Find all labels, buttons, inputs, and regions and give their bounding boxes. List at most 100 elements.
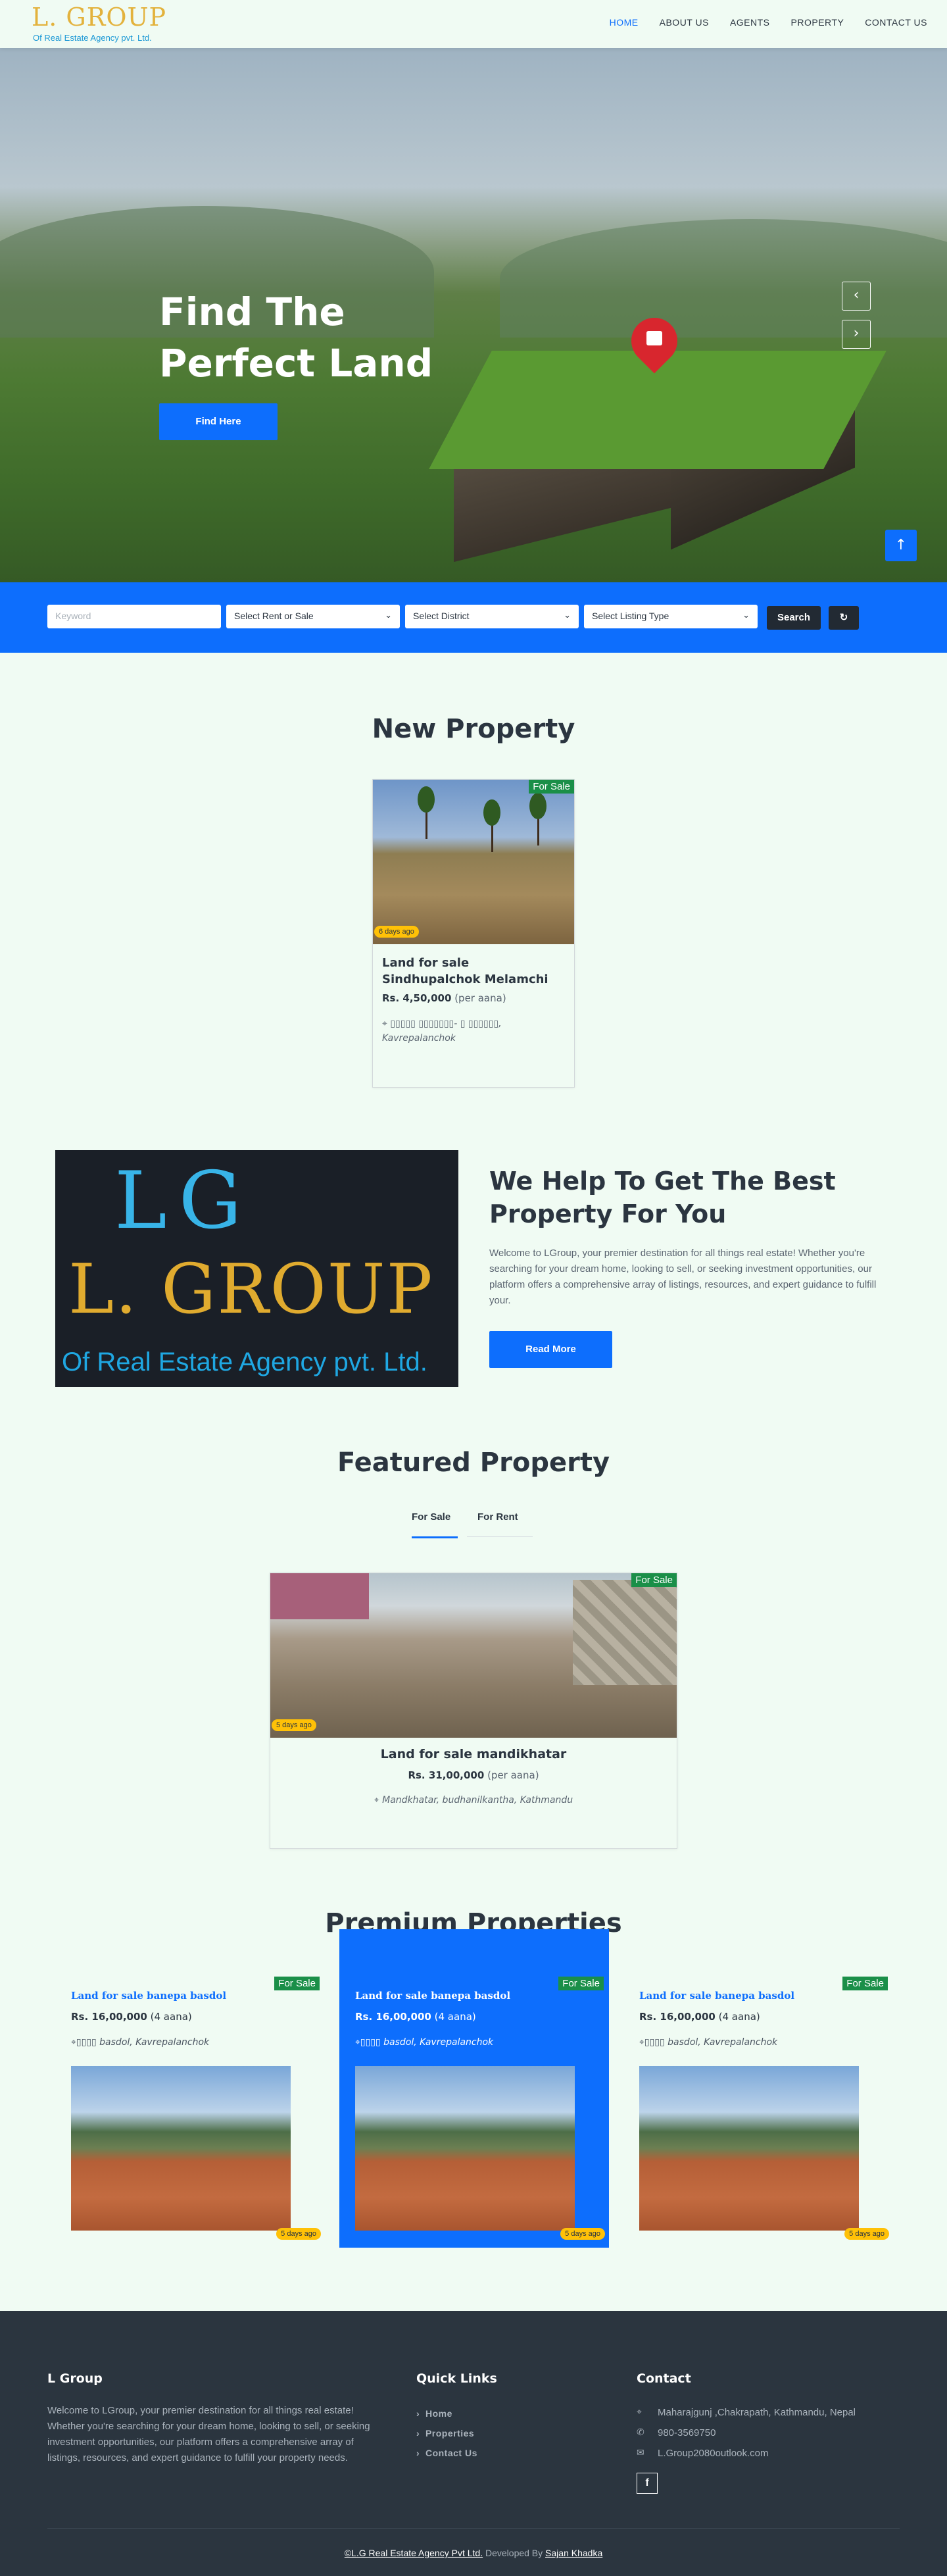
phone-icon: ✆ [637, 2427, 644, 2438]
footer-about-text: Welcome to LGroup, your premier destinat… [47, 2405, 370, 2463]
hero-title-line2: Perfect Land [159, 341, 433, 386]
property-location: ⌖ ▯▯▯▯▯ ▯▯▯▯▯▯▯- ▯ ▯▯▯▯▯▯, Kavrepalancho… [382, 1017, 566, 1046]
navbar: L. GROUP Of Real Estate Agency pvt. Ltd.… [0, 0, 947, 48]
for-sale-badge: For Sale [631, 1573, 677, 1587]
scroll-top-button[interactable]: ↑ [885, 530, 917, 561]
about-logo-lg: LG [114, 1155, 254, 1247]
footer: L Group Welcome to LGroup, your premier … [0, 2311, 947, 2576]
logo-text: L. GROUP [32, 3, 167, 32]
property-title[interactable]: Land for sale Sindhupalchok Melamchi [382, 955, 566, 988]
property-title[interactable]: Land for sale mandikhatar [270, 1747, 677, 1761]
price-unit: (per aana) [487, 1769, 539, 1781]
copyright-link[interactable]: ©L.G Real Estate Agency Pvt Ltd. [345, 2548, 483, 2558]
contact-phone[interactable]: 980-3569750 [658, 2427, 716, 2438]
quick-links-heading: Quick Links [416, 2371, 497, 2386]
property-image [71, 2066, 291, 2231]
featured-property-card[interactable]: For Sale 5 days ago Land for sale mandik… [270, 1573, 677, 1849]
for-sale-badge: For Sale [558, 1977, 604, 1990]
footer-about-heading: L Group [47, 2371, 103, 2386]
map-marker-icon: ⌖ [639, 2037, 644, 2048]
footer-link-contact-us[interactable]: › Contact Us [416, 2448, 477, 2458]
district-value: Select District [413, 611, 470, 621]
property-image [639, 2066, 859, 2231]
property-location: ⌖▯▯▯▯ basdol, Kavrepalanchok [639, 2037, 777, 2048]
nav-property[interactable]: PROPERTY [791, 17, 844, 28]
location-text: ▯▯▯▯▯ ▯▯▯▯▯▯▯- ▯ ▯▯▯▯▯▯, Kavrepalanchok [382, 1019, 502, 1044]
location-text: basdol, Kavrepalanchok [664, 2037, 778, 2048]
premium-property-card[interactable]: For Sale Land for sale banepa basdol Rs.… [623, 1929, 893, 2248]
district-select[interactable]: Select District ⌄ [405, 605, 579, 628]
map-marker-icon: ⌖ [637, 2407, 642, 2417]
premium-property-card[interactable]: For Sale Land for sale banepa basdol Rs.… [55, 1929, 325, 2248]
nav-contact-us[interactable]: CONTACT US [865, 17, 927, 28]
property-image [355, 2066, 575, 2231]
map-marker-icon: ⌖ [71, 2037, 76, 2048]
reset-icon[interactable]: ↻ [829, 606, 859, 630]
rent-or-sale-value: Select Rent or Sale [234, 611, 314, 621]
property-title[interactable]: Land for sale banepa basdol [355, 1990, 510, 2002]
about-logo-main: L. GROUP [68, 1249, 434, 1329]
contact-email[interactable]: L.Group2080outlook.com [658, 2448, 768, 2459]
property-price: Rs. 16,00,000 (4 aana) [355, 2011, 476, 2023]
new-property-card[interactable]: For Sale 6 days ago Land for sale Sindhu… [372, 779, 575, 1088]
search-button[interactable]: Search [767, 606, 821, 630]
age-badge: 5 days ago [272, 1719, 316, 1731]
footer-link-home[interactable]: › Home [416, 2408, 452, 2419]
age-badge: 5 days ago [844, 2228, 889, 2240]
hero-title-line1: Find The [159, 290, 345, 334]
rent-or-sale-select[interactable]: Select Rent or Sale ⌄ [226, 605, 400, 628]
about-text: Welcome to LGroup, your premier destinat… [489, 1248, 877, 1306]
active-tab-indicator [412, 1536, 458, 1538]
chevron-right-icon: › [416, 2428, 425, 2438]
listing-type-select[interactable]: Select Listing Type ⌄ [584, 605, 758, 628]
read-more-button[interactable]: Read More [489, 1331, 612, 1368]
property-image [270, 1573, 677, 1738]
for-sale-badge: For Sale [842, 1977, 888, 1990]
nav-home[interactable]: HOME [610, 17, 639, 28]
age-badge: 5 days ago [560, 2228, 605, 2240]
location-text: Mandkhatar, budhanilkantha, Kathmandu [382, 1795, 573, 1806]
new-property-heading: New Property [372, 714, 575, 744]
price-unit: (per aana) [454, 992, 506, 1004]
hero-banner: Find The Perfect Land Find Here ‹ › [0, 48, 947, 582]
carousel-next-icon[interactable]: › [842, 320, 871, 349]
copyright: ©L.G Real Estate Agency Pvt Ltd. Develop… [0, 2548, 947, 2558]
find-here-button[interactable]: Find Here [159, 403, 278, 440]
tab-for-rent[interactable]: For Rent [477, 1511, 518, 1523]
brand-logo[interactable]: L. GROUP Of Real Estate Agency pvt. Ltd. [32, 3, 183, 45]
tab-for-sale[interactable]: For Sale [412, 1511, 450, 1523]
map-marker-icon: ⌖ [355, 2037, 360, 2048]
hero-title: Find The Perfect Land [159, 286, 554, 389]
property-title[interactable]: Land for sale banepa basdol [639, 1990, 794, 2002]
property-price: Rs. 31,00,000 (per aana) [270, 1769, 677, 1781]
hero-mountain [500, 219, 947, 338]
tree [418, 786, 435, 813]
about-title: We Help To Get The Best Property For You [489, 1167, 836, 1228]
footer-link-label: Home [425, 2408, 452, 2419]
tree [483, 799, 500, 826]
price-value: Rs. 16,00,000 [71, 2011, 147, 2023]
chevron-down-icon: ⌄ [564, 610, 571, 620]
search-bar: Keyword Select Rent or Sale ⌄ Select Dis… [0, 582, 947, 653]
price-value: Rs. 4,50,000 [382, 992, 452, 1004]
about-logo-image: LG L. GROUP Of Real Estate Agency pvt. L… [55, 1150, 458, 1387]
property-title[interactable]: Land for sale banepa basdol [71, 1990, 226, 2002]
home-icon [646, 331, 662, 345]
for-sale-badge: For Sale [274, 1977, 320, 1990]
keyword-input[interactable]: Keyword [47, 605, 221, 628]
nav-about-us[interactable]: ABOUT US [660, 17, 709, 28]
property-location: ⌖ Mandkhatar, budhanilkantha, Kathmandu [270, 1793, 677, 1807]
footer-link-properties[interactable]: › Properties [416, 2428, 474, 2438]
premium-property-card[interactable]: For Sale Land for sale banepa basdol Rs.… [339, 1929, 609, 2248]
property-price: Rs. 16,00,000 (4 aana) [639, 2011, 760, 2023]
location-prefix: ▯▯▯▯ [360, 2037, 381, 2048]
carousel-prev-icon[interactable]: ‹ [842, 282, 871, 311]
envelope-icon: ✉ [637, 2448, 644, 2458]
developer-link[interactable]: Sajan Khadka [545, 2548, 602, 2558]
nav-agents[interactable]: AGENTS [730, 17, 770, 28]
property-price: Rs. 16,00,000 (4 aana) [71, 2011, 192, 2023]
map-marker-icon: ⌖ [382, 1019, 387, 1029]
facebook-icon[interactable]: f [637, 2473, 658, 2494]
stone-wall [573, 1580, 677, 1685]
age-badge: 5 days ago [276, 2228, 321, 2240]
